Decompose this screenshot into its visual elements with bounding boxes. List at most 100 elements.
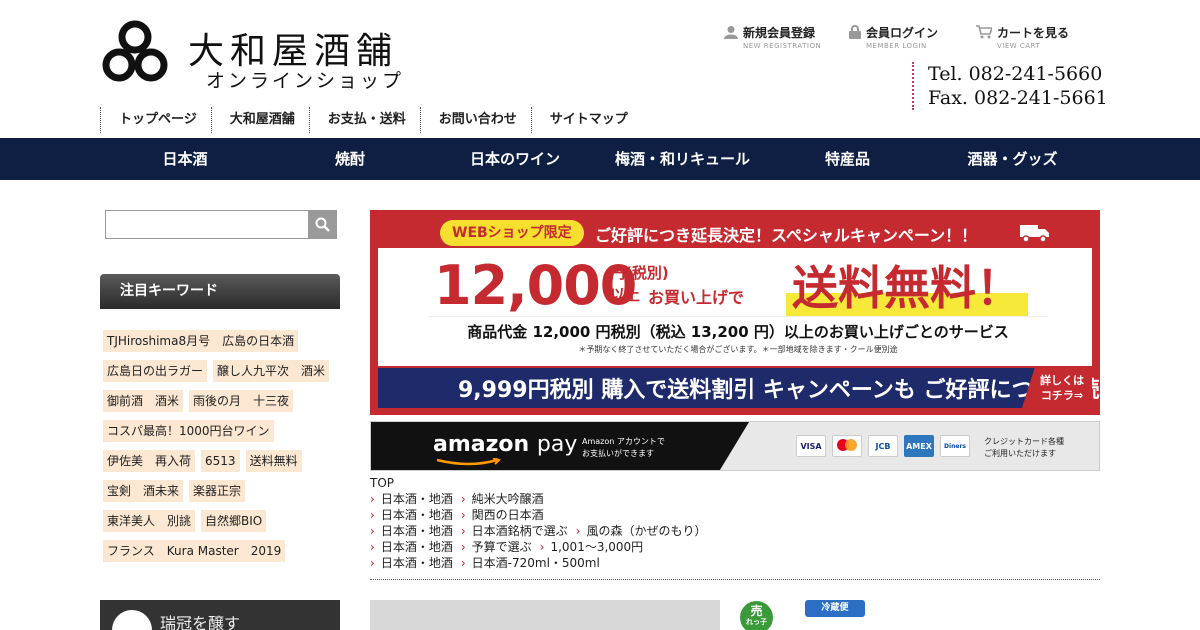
breadcrumb-link[interactable]: 純米大吟醸酒 (472, 492, 544, 506)
amazon-desc-line1: Amazon アカウントで (582, 437, 665, 446)
campaign-bottom: 9,999円税別 購入で送料割引 キャンペーンも ご好評につき継続中！ 詳しくは… (378, 368, 1100, 408)
visa-card-icon: VISA (796, 435, 826, 457)
campaign-yen-above: 以上 (610, 286, 641, 304)
keyword-tag[interactable]: 宝剣 酒未来 (103, 480, 184, 502)
pay-logo-text: pay (536, 432, 578, 457)
bestseller-badge-sub: れっ子 (746, 618, 767, 626)
top-nav-sitemap[interactable]: サイトマップ (530, 107, 642, 133)
chevron-right-icon: › (460, 556, 466, 570)
breadcrumb-link[interactable]: 日本酒銘柄で選ぶ (472, 524, 568, 538)
keywords-heading: 注目キーワード (100, 274, 340, 309)
breadcrumb-trail: › 日本酒・地酒 › 予算で選ぶ › 1,001～3,000円 (370, 539, 1100, 555)
cart-icon (976, 25, 992, 39)
chevron-right-icon: › (370, 556, 375, 570)
breadcrumb-trail: › 日本酒・地酒 › 関西の日本酒 (370, 507, 1100, 523)
top-nav-about[interactable]: 大和屋酒舗 (210, 107, 309, 133)
breadcrumb-link[interactable]: 風の森（かぜのもり） (586, 524, 706, 538)
amex-card-icon: AMEX (904, 435, 934, 457)
breadcrumb-link[interactable]: 日本酒・地酒 (381, 540, 453, 554)
product-image[interactable] (370, 600, 720, 630)
contact-info: Tel. 082-241-5660 Fax. 082-241-5661 (912, 62, 1108, 110)
user-icon (724, 26, 738, 39)
main-nav-specialty[interactable]: 特産品 (770, 138, 925, 180)
keyword-tag[interactable]: TJHiroshima8月号 広島の日本酒 (103, 330, 299, 352)
login-label: 会員ログイン (866, 26, 939, 40)
search-icon (315, 217, 330, 232)
main-nav-umeshu[interactable]: 梅酒・和リキュール (600, 138, 765, 180)
amazon-desc-line2: お支払いができます (582, 449, 654, 458)
brand-subtitle: オンラインショップ (206, 70, 405, 92)
breadcrumb-link[interactable]: 日本酒-720ml・500ml (472, 556, 600, 570)
breadcrumb-trail: › 日本酒・地酒 › 日本酒-720ml・500ml (370, 555, 1100, 571)
keyword-tag[interactable]: 伊佐美 再入荷 (103, 450, 196, 472)
campaign-more-line2: コチラ⇒ (1040, 389, 1084, 402)
diners-card-icon: Diners (940, 435, 970, 457)
keyword-tag[interactable]: 御前酒 酒米 (103, 390, 184, 412)
main-nav-wine[interactable]: 日本のワイン (435, 138, 595, 180)
fax-number: Fax. 082-241-5661 (928, 87, 1108, 109)
keyword-tag[interactable]: 楽器正宗 (189, 480, 246, 502)
keywords-list: TJHiroshima8月号 広島の日本酒 広島日の出ラガー 醸し人九平次 酒米 … (100, 330, 340, 570)
top-nav-contact[interactable]: お問い合わせ (419, 107, 531, 133)
campaign-amount: 12,000 (434, 254, 637, 317)
breadcrumb-link[interactable]: 日本酒・地酒 (381, 492, 453, 506)
chevron-right-icon: › (575, 524, 581, 538)
breadcrumb-top[interactable]: TOP (370, 476, 394, 490)
breadcrumb-trail: › 日本酒・地酒 › 純米大吟醸酒 (370, 491, 1100, 507)
main-nav-shochu[interactable]: 焼酎 (270, 138, 430, 180)
main-nav-goods[interactable]: 酒器・グッズ (930, 138, 1095, 180)
chevron-right-icon: › (539, 540, 545, 554)
cart-label: カートを見る (997, 26, 1070, 40)
campaign-banner[interactable]: WEBショップ限定 ご好評につき延長決定！スペシャルキャンペーン！！ 12,00… (370, 210, 1100, 415)
breadcrumb-link[interactable]: 関西の日本酒 (472, 508, 544, 522)
site-logo[interactable]: 大和屋酒舗 オンラインショップ (100, 18, 430, 92)
register-sub: NEW REGISTRATION (743, 42, 822, 50)
chevron-right-icon: › (460, 508, 466, 522)
breadcrumbs: TOP › 日本酒・地酒 › 純米大吟醸酒 › 日本酒・地酒 › 関西の日本酒 › 日本酒・地… (370, 475, 1100, 571)
cart-sub: VIEW CART (997, 42, 1041, 50)
web-limited-badge: WEBショップ限定 (440, 220, 584, 246)
breadcrumb-link[interactable]: 日本酒・地酒 (381, 508, 453, 522)
amazon-pay-banner[interactable]: amazon pay Amazon アカウントで お支払いができます VISA … (370, 421, 1100, 471)
chevron-right-icon: › (460, 492, 466, 506)
keyword-tag[interactable]: 自然郷BIO (201, 510, 267, 532)
lock-icon (849, 25, 861, 39)
keyword-tag[interactable]: フランス Kura Master 2019 (103, 540, 286, 562)
keyword-tag[interactable]: 広島日の出ラガー (103, 360, 208, 382)
search-button[interactable] (308, 211, 336, 238)
bestseller-badge: 売 れっ子 (740, 601, 773, 630)
keyword-tag[interactable]: コスパ最高！1000円台ワイン (103, 420, 274, 442)
card-note-line1: クレジットカード各種 (984, 437, 1064, 446)
breadcrumb-link[interactable]: 予算で選ぶ (472, 540, 532, 554)
top-nav-payment[interactable]: お支払・送料 (308, 107, 420, 133)
chevron-right-icon: › (460, 524, 466, 538)
side-banner[interactable]: 瑞冠を醸す (100, 600, 340, 630)
cart-link[interactable]: カートを見る VIEW CART (976, 24, 1069, 50)
main-nav-sake[interactable]: 日本酒 (105, 138, 265, 180)
chevron-right-icon: › (370, 540, 375, 554)
bestseller-badge-main: 売 (750, 604, 763, 618)
campaign-detail-text: 商品代金 12,000 円税別（税込 13,200 円）以上のお買い上げごとのサ… (467, 323, 1009, 341)
login-link[interactable]: 会員ログイン MEMBER LOGIN (849, 24, 938, 50)
search-box (105, 210, 337, 239)
breadcrumb-link[interactable]: 日本酒・地酒 (381, 524, 453, 538)
breadcrumb-link[interactable]: 日本酒・地酒 (381, 556, 453, 570)
keyword-tag[interactable]: 醸し人九平次 酒米 (213, 360, 330, 382)
campaign-more-line1: 詳しくは (1040, 374, 1084, 387)
search-input[interactable] (106, 211, 308, 238)
chevron-right-icon: › (370, 492, 375, 506)
mastercard-icon (832, 435, 862, 457)
campaign-bottom-text: 9,999円税別 購入で送料割引 キャンペーンも ご好評につき継続中！ (458, 378, 1100, 403)
register-link[interactable]: 新規会員登録 NEW REGISTRATION (724, 24, 821, 50)
top-nav-home[interactable]: トップページ (100, 107, 211, 133)
campaign-yen-tax: 円(税別) (610, 264, 669, 282)
amazon-pay-desc: Amazon アカウントで お支払いができます (582, 436, 665, 460)
keyword-tag[interactable]: 雨後の月 十三夜 (189, 390, 294, 412)
truck-icon (1020, 225, 1049, 243)
breadcrumb-link[interactable]: 1,001～3,000円 (550, 540, 643, 554)
login-sub: MEMBER LOGIN (866, 42, 927, 50)
keyword-tag[interactable]: 6513 (201, 450, 240, 472)
top-nav: トップページ 大和屋酒舗 お支払・送料 お問い合わせ サイトマップ (100, 107, 642, 133)
keyword-tag[interactable]: 送料無料 (245, 450, 302, 472)
keyword-tag[interactable]: 東洋美人 別誂 (103, 510, 196, 532)
